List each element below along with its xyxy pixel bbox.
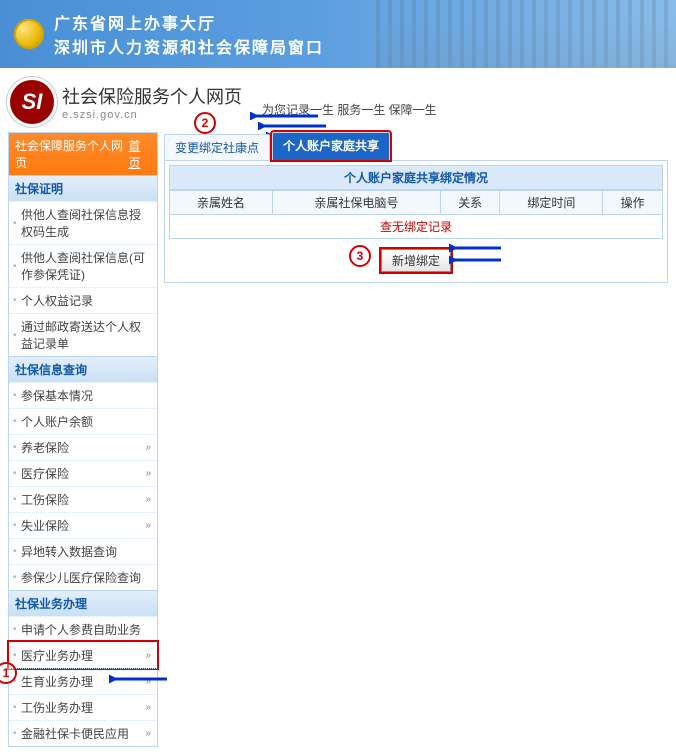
annotation-marker-3: 3: [349, 245, 371, 267]
sidebar-header: 社会保障服务个人网页 首页: [9, 133, 157, 175]
banner-line1: 广东省网上办事大厅: [54, 10, 324, 34]
table-header: 关系: [440, 191, 500, 215]
chevron-right-icon: »: [145, 520, 151, 531]
chevron-right-icon: »: [145, 650, 151, 661]
empty-record-text: 查无绑定记录: [170, 215, 663, 239]
sidebar-item[interactable]: 养老保险»: [9, 434, 157, 460]
sidebar-group-title-query: 社保信息查询: [9, 356, 157, 382]
button-area: 3 新增绑定: [169, 239, 663, 278]
sidebar-item[interactable]: 通过邮政寄送达个人权益记录单: [9, 313, 157, 356]
table-header: 亲属社保电脑号: [272, 191, 440, 215]
tab-change-binding[interactable]: 变更绑定社康点: [164, 134, 270, 160]
annotation-arrow-icon: [250, 112, 320, 120]
table-header: 操作: [603, 191, 663, 215]
page-title: 社会保险服务个人网页: [62, 83, 242, 109]
sidebar-home-link[interactable]: 首页: [128, 137, 151, 171]
sidebar: 社会保障服务个人网页 首页 社保证明 供他人查阅社保信息授权码生成 供他人查阅社…: [8, 132, 158, 747]
sidebar-group-cert-list: 供他人查阅社保信息授权码生成 供他人查阅社保信息(可作参保凭证) 个人权益记录 …: [9, 201, 157, 356]
panel: 个人账户家庭共享绑定情况 亲属姓名 亲属社保电脑号 关系 绑定时间 操作 查无绑…: [164, 161, 668, 283]
table-row: 查无绑定记录: [170, 215, 663, 239]
tab-family-share[interactable]: 个人账户家庭共享: [272, 132, 390, 160]
table-header-row: 亲属姓名 亲属社保电脑号 关系 绑定时间 操作: [170, 191, 663, 215]
sidebar-item[interactable]: 申请个人参费自助业务: [9, 616, 157, 642]
sidebar-group-title-cert: 社保证明: [9, 175, 157, 201]
sidebar-group-query-list: 参保基本情况 个人账户余额 养老保险» 医疗保险» 工伤保险» 失业保险» 异地…: [9, 382, 157, 590]
chevron-right-icon: »: [145, 702, 151, 713]
si-logo-icon: SI: [10, 80, 54, 124]
annotation-marker-2: 2: [194, 112, 216, 134]
annotation-arrow-icon: [258, 122, 328, 130]
add-binding-button[interactable]: 新增绑定: [381, 249, 451, 272]
tab-bar: 变更绑定社康点 个人账户家庭共享: [164, 132, 668, 161]
sidebar-item[interactable]: 金融社保卡便民应用»: [9, 720, 157, 746]
sidebar-item[interactable]: 个人权益记录: [9, 287, 157, 313]
sidebar-item[interactable]: 医疗保险»: [9, 460, 157, 486]
annotation-arrow-icon: [449, 243, 503, 253]
gov-emblem-icon: [14, 19, 44, 49]
sub-header: SI 社会保险服务个人网页 e.szsi.gov.cn 为您记录一生 服务一生 …: [0, 68, 676, 130]
sidebar-item[interactable]: 供他人查阅社保信息授权码生成: [9, 201, 157, 244]
sidebar-header-label: 社会保障服务个人网页: [15, 137, 128, 171]
sidebar-item[interactable]: 工伤保险»: [9, 486, 157, 512]
top-banner: 广东省网上办事大厅 深圳市人力资源和社会保障局窗口: [0, 0, 676, 68]
banner-city-silhouette-icon: [376, 0, 676, 68]
sidebar-item[interactable]: 个人账户余额: [9, 408, 157, 434]
sidebar-group-title-biz: 社保业务办理: [9, 590, 157, 616]
binding-table: 亲属姓名 亲属社保电脑号 关系 绑定时间 操作 查无绑定记录: [169, 190, 663, 239]
annotation-arrow-icon: [449, 255, 503, 265]
sidebar-item[interactable]: 异地转入数据查询: [9, 538, 157, 564]
sidebar-item[interactable]: 工伤业务办理»: [9, 694, 157, 720]
sidebar-item[interactable]: 失业保险»: [9, 512, 157, 538]
chevron-right-icon: »: [145, 468, 151, 479]
chevron-right-icon: »: [145, 442, 151, 453]
sidebar-item-medical-biz[interactable]: 医疗业务办理»: [9, 642, 157, 668]
main-content: 2 变更绑定社康点 个人账户家庭共享 个人账户家庭共享绑定情况 亲属姓名 亲属社…: [164, 132, 668, 747]
sidebar-item[interactable]: 供他人查阅社保信息(可作参保凭证): [9, 244, 157, 287]
annotation-arrow-icon: [109, 674, 169, 684]
banner-line2: 深圳市人力资源和社会保障局窗口: [54, 34, 324, 58]
chevron-right-icon: »: [145, 728, 151, 739]
table-header: 绑定时间: [500, 191, 603, 215]
sidebar-item[interactable]: 参保少儿医疗保险查询: [9, 564, 157, 590]
sidebar-item[interactable]: 参保基本情况: [9, 382, 157, 408]
panel-title: 个人账户家庭共享绑定情况: [169, 165, 663, 190]
table-header: 亲属姓名: [170, 191, 273, 215]
